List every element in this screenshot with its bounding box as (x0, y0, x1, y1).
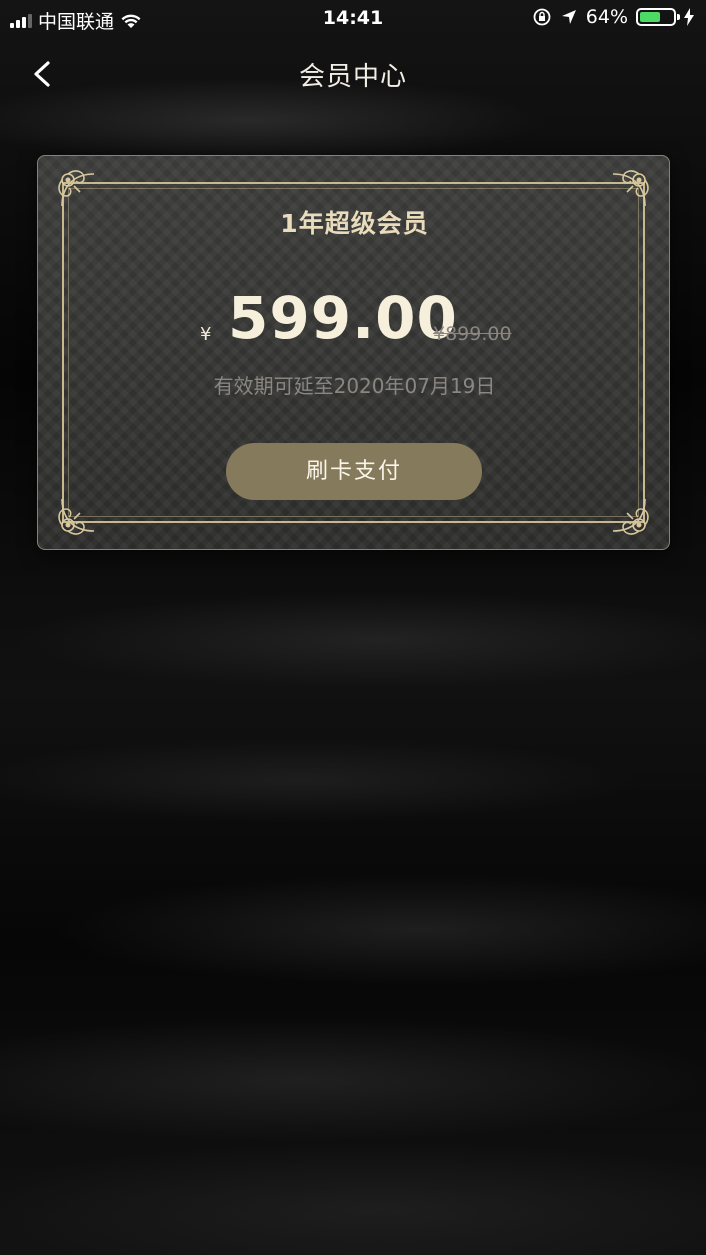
status-right: 64% (532, 6, 694, 28)
currency-symbol: ¥ (200, 324, 212, 345)
current-price: 599.00 (228, 284, 458, 352)
charging-icon (684, 8, 694, 26)
location-icon (561, 10, 576, 24)
price-row: ¥ 599.00 ¥899.00 (38, 284, 671, 354)
membership-card: 1年超级会员 ¥ 599.00 ¥899.00 有效期可延至2020年07月19… (37, 155, 670, 550)
ornament-icon (612, 498, 649, 535)
card-pay-button[interactable]: 刷卡支付 (226, 443, 482, 500)
validity-text: 有效期可延至2020年07月19日 (213, 374, 496, 398)
ornament-icon (58, 498, 95, 535)
status-bar: 中国联通 14:41 64% (0, 0, 706, 36)
original-price: ¥899.00 (433, 323, 512, 345)
page-title: 会员中心 (298, 62, 407, 92)
plan-title: 1年超级会员 (280, 209, 429, 238)
battery-icon (636, 8, 680, 26)
orientation-lock-icon (533, 8, 551, 26)
nav-bar: 会员中心 (0, 46, 706, 98)
battery-percent: 64% (585, 6, 628, 28)
